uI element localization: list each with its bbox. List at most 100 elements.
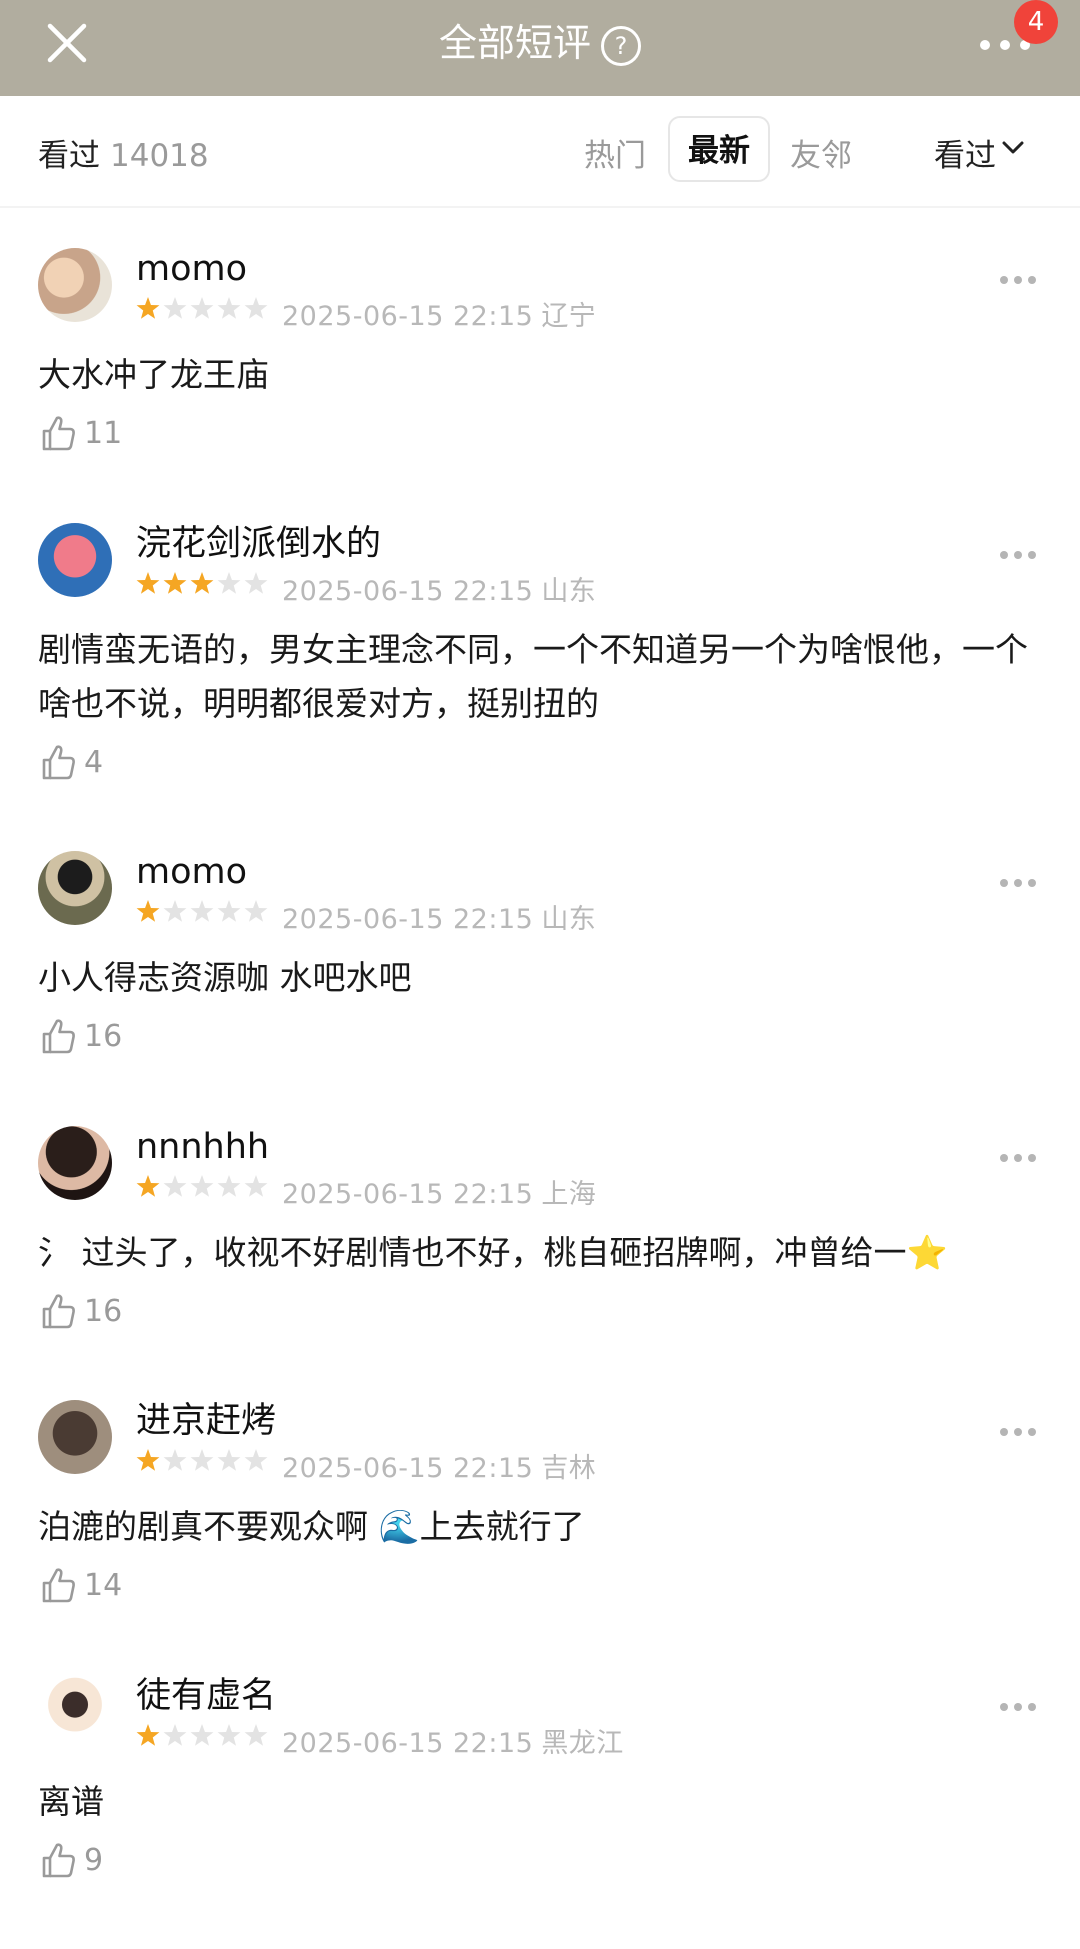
star-filled-icon: [136, 297, 160, 319]
thumbs-up-icon: [42, 416, 75, 451]
comment-location: 山东: [541, 904, 597, 935]
comment-item: 徒有虚名 2025-06-15 22:15 黑龙江离谱 9: [0, 1675, 1080, 1949]
question-circle-icon[interactable]: ?: [601, 25, 641, 66]
username[interactable]: 徒有虚名: [136, 1675, 276, 1717]
comment-text: 氵 过头了，收视不好剧情也不好，桃自砸招牌啊，冲曾给一⭐: [38, 1233, 948, 1272]
star-empty-icon: [244, 1724, 268, 1746]
star-empty-icon: [244, 297, 268, 319]
like-button[interactable]: 9: [40, 1841, 103, 1885]
comment-date: 2025-06-15 22:15: [282, 576, 534, 607]
thumbs-up-icon: [42, 745, 75, 780]
comment-item: momo 2025-06-15 22:15 山东小人得志资源咖 水吧水吧 16: [0, 851, 1080, 1125]
star-empty-icon: [244, 1175, 268, 1197]
username[interactable]: 浣花剑派倒水的: [136, 523, 381, 565]
star-filled-icon: [136, 1724, 160, 1746]
tab-friends[interactable]: 友邻: [790, 130, 852, 175]
like-count: 14: [84, 1568, 123, 1603]
star-filled-icon: [136, 572, 160, 594]
comment-location: 黑龙江: [541, 1728, 624, 1759]
comment-text: 剧情蛮无语的，男女主理念不同，一个不知道另一个为啥恨他，一个啥也不说，明明都很爱…: [38, 630, 1028, 723]
more-options-icon[interactable]: [1000, 551, 1040, 561]
like-count: 9: [84, 1843, 104, 1878]
star-empty-icon: [217, 1724, 241, 1746]
comment-date: 2025-06-15 22:15: [282, 1179, 534, 1210]
comment-location: 山东: [541, 576, 597, 607]
star-empty-icon: [190, 1175, 214, 1197]
avatar[interactable]: [38, 851, 112, 925]
like-button[interactable]: 4: [40, 743, 103, 787]
seen-count: 14018: [110, 138, 209, 174]
username[interactable]: momo: [136, 851, 247, 893]
like-button[interactable]: 11: [40, 414, 122, 458]
comment-item: 浣花剑派倒水的 2025-06-15 22:15 山东剧情蛮无语的，男女主理念不同，…: [0, 523, 1080, 797]
star-rating: [136, 1723, 270, 1753]
comment-meta: 2025-06-15 22:15 山东: [282, 897, 596, 936]
star-empty-icon: [244, 572, 268, 594]
avatar[interactable]: [38, 248, 112, 322]
like-count: 16: [84, 1019, 123, 1054]
star-filled-icon: [163, 572, 187, 594]
star-empty-icon: [163, 1724, 187, 1746]
thumbs-up-icon: [42, 1843, 75, 1878]
more-options-icon[interactable]: [1000, 879, 1040, 889]
more-options-icon[interactable]: [1000, 1703, 1040, 1713]
notification-badge: 4: [1014, 0, 1058, 44]
star-empty-icon: [190, 1449, 214, 1471]
star-rating: [136, 1174, 270, 1204]
comment-meta: 2025-06-15 22:15 山东: [282, 569, 596, 608]
like-count: 4: [84, 745, 104, 780]
seen-filter-dropdown[interactable]: 看过: [934, 130, 996, 175]
comment-date: 2025-06-15 22:15: [282, 1453, 534, 1484]
star-rating: [136, 899, 270, 929]
more-options-icon[interactable]: [1000, 1428, 1040, 1438]
star-empty-icon: [190, 1724, 214, 1746]
star-empty-icon: [217, 572, 241, 594]
star-empty-icon: [244, 900, 268, 922]
chevron-down-icon[interactable]: [1002, 140, 1024, 160]
comment-text: 小人得志资源咖 水吧水吧: [38, 958, 412, 997]
avatar[interactable]: [38, 1126, 112, 1200]
more-options-icon[interactable]: [1000, 1154, 1040, 1164]
thumbs-up-icon: [42, 1294, 75, 1329]
star-filled-icon: [190, 572, 214, 594]
star-filled-icon: [136, 1175, 160, 1197]
comment-location: 吉林: [541, 1453, 597, 1484]
star-empty-icon: [190, 297, 214, 319]
seen-count-label: 看过 14018: [38, 130, 209, 175]
filter-bar: 看过 14018 热门 最新 友邻 看过: [0, 96, 1080, 208]
more-options-icon[interactable]: [1000, 276, 1040, 286]
like-button[interactable]: 16: [40, 1017, 122, 1061]
star-empty-icon: [217, 1449, 241, 1471]
avatar[interactable]: [38, 1400, 112, 1474]
comment-text: 离谱: [38, 1782, 104, 1821]
comment-text: 泊漉的剧真不要观众啊 🌊上去就行了: [38, 1507, 585, 1546]
comment-item: 进京赶烤 2025-06-15 22:15 吉林泊漉的剧真不要观众啊 🌊上去就行了 1…: [0, 1400, 1080, 1674]
like-count: 16: [84, 1294, 123, 1329]
star-rating: [136, 296, 270, 326]
comment-item: nnnhhh 2025-06-15 22:15 上海氵 过头了，收视不好剧情也不好，…: [0, 1126, 1080, 1400]
star-empty-icon: [163, 1175, 187, 1197]
star-empty-icon: [244, 1449, 268, 1471]
comment-meta: 2025-06-15 22:15 辽宁: [282, 294, 596, 333]
tab-latest[interactable]: 最新: [668, 116, 770, 182]
username[interactable]: momo: [136, 248, 247, 290]
star-empty-icon: [163, 297, 187, 319]
comment-date: 2025-06-15 22:15: [282, 301, 534, 332]
like-button[interactable]: 14: [40, 1566, 122, 1610]
comment-meta: 2025-06-15 22:15 上海: [282, 1172, 596, 1211]
avatar[interactable]: [38, 1675, 112, 1749]
top-bar: 全部短评? 4: [0, 0, 1080, 96]
username[interactable]: nnnhhh: [136, 1126, 269, 1168]
page-title: 全部短评: [438, 21, 591, 65]
star-empty-icon: [163, 900, 187, 922]
star-empty-icon: [163, 1449, 187, 1471]
page-title-area: 全部短评?: [0, 18, 1080, 68]
username[interactable]: 进京赶烤: [136, 1400, 276, 1442]
avatar[interactable]: [38, 523, 112, 597]
star-filled-icon: [136, 900, 160, 922]
like-button[interactable]: 16: [40, 1292, 122, 1336]
tab-hot[interactable]: 热门: [584, 130, 646, 175]
comment-date: 2025-06-15 22:15: [282, 1728, 534, 1759]
star-empty-icon: [217, 1175, 241, 1197]
comment-meta: 2025-06-15 22:15 黑龙江: [282, 1721, 624, 1760]
